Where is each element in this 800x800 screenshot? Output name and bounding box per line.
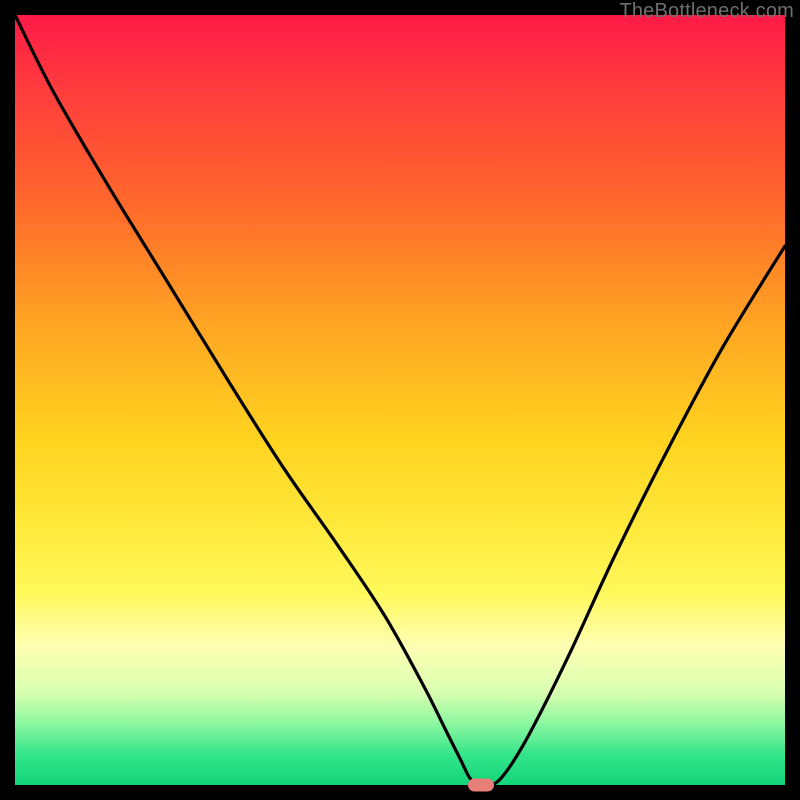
watermark-text: TheBottleneck.com [619, 0, 794, 23]
bottleneck-curve [15, 15, 785, 785]
optimal-marker [468, 779, 494, 792]
curve-path [15, 15, 785, 787]
chart-plot-area [15, 15, 785, 785]
chart-stage: TheBottleneck.com [0, 0, 800, 800]
